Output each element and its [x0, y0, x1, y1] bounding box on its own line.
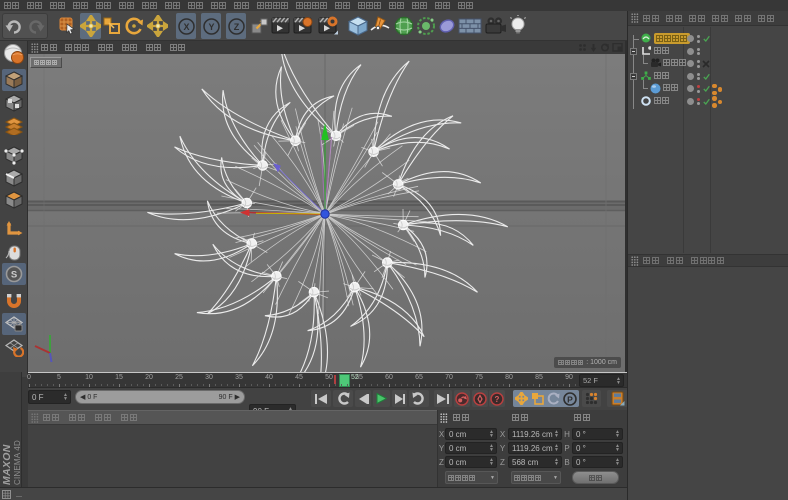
- svg-text:X: X: [183, 21, 189, 31]
- svg-text:CINEMA 4D: CINEMA 4D: [13, 440, 22, 485]
- svg-text:Y: Y: [208, 21, 214, 31]
- svg-text:Z: Z: [233, 21, 239, 31]
- svg-text:S: S: [11, 270, 17, 281]
- svg-text:P: P: [568, 394, 574, 404]
- svg-text:?: ?: [495, 395, 500, 404]
- svg-text:MAXON: MAXON: [1, 444, 13, 485]
